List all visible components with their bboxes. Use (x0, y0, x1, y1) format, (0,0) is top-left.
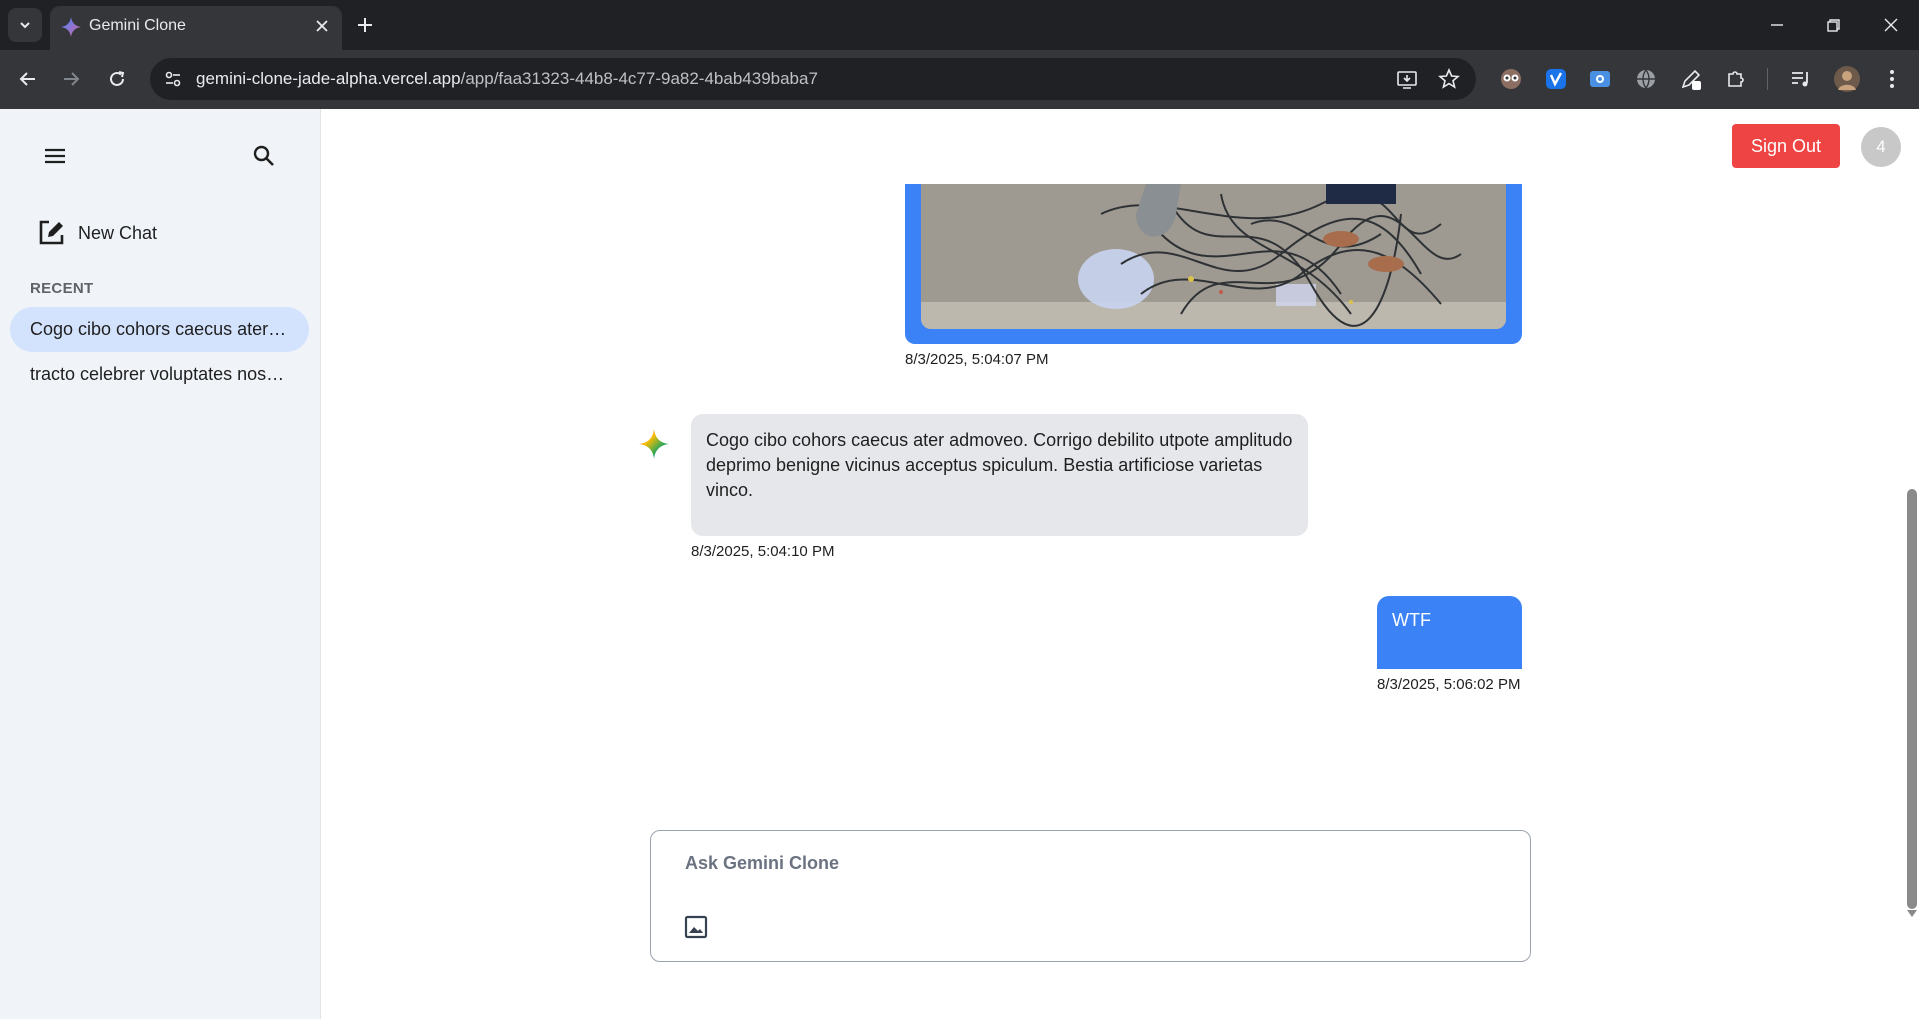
install-icon (1397, 71, 1417, 89)
profile-avatar-icon (1834, 66, 1860, 92)
sidebar-chat-item[interactable]: tracto celebrer voluptates nostrum (10, 352, 309, 397)
globe-icon (1637, 69, 1655, 89)
user-avatar[interactable]: 4 (1861, 127, 1901, 167)
extension-v-icon (1546, 69, 1566, 89)
extension-eyes-button[interactable] (1497, 65, 1525, 93)
bookmark-button[interactable] (1436, 66, 1462, 92)
extension-screen-button[interactable] (1586, 65, 1614, 93)
uploaded-photo[interactable] (921, 184, 1506, 329)
profile-button[interactable] (1833, 65, 1861, 93)
gemini-favicon-icon (61, 17, 81, 37)
sidebar: New Chat RECENT Cogo cibo cohors caecus … (0, 109, 321, 1019)
playlist-music-icon (1792, 72, 1808, 87)
message-timestamp: 8/3/2025, 5:04:10 PM (691, 543, 835, 560)
more-vert-icon (1890, 70, 1894, 88)
extensions-button[interactable] (1722, 65, 1750, 93)
url-path: /app/faa31323-44b8-4c77-9a82-4bab439baba… (460, 69, 818, 88)
url-text: gemini-clone-jade-alpha.vercel.app/app/f… (196, 69, 818, 89)
toolbar-divider (1767, 68, 1768, 90)
chat-main: Sign Out 4 8/3/2025, 5:04:07 PM Cogo cib… (322, 109, 1919, 1019)
install-app-button[interactable] (1394, 66, 1420, 92)
browser-tab[interactable]: Gemini Clone (50, 6, 342, 50)
new-tab-icon[interactable] (352, 12, 378, 38)
menu-icon[interactable] (40, 141, 70, 171)
message-timestamp: 8/3/2025, 5:04:07 PM (905, 351, 1049, 368)
arrow-right-icon (64, 72, 80, 86)
arrow-left-icon (19, 72, 35, 86)
user-image-message (905, 184, 1522, 344)
chrome-menu-button[interactable] (1878, 65, 1906, 93)
prompt-input[interactable] (685, 853, 1485, 874)
reload-icon (110, 71, 125, 86)
search-icon[interactable] (249, 141, 279, 171)
screen-capture-icon (1590, 71, 1610, 87)
model-message-bubble: Cogo cibo cohors caecus ater admoveo. Co… (691, 414, 1308, 536)
image-upload-icon[interactable] (681, 912, 711, 942)
tab-title: Gemini Clone (89, 17, 186, 34)
gemini-avatar-icon (639, 429, 669, 459)
forward-button[interactable] (56, 64, 86, 94)
puzzle-icon (1728, 71, 1744, 87)
message-timestamp: 8/3/2025, 5:06:02 PM (1377, 676, 1521, 693)
sidebar-chat-item[interactable]: Cogo cibo cohors caecus ater admoveo. (10, 307, 309, 352)
extension-v-button[interactable] (1542, 65, 1570, 93)
address-bar[interactable]: gemini-clone-jade-alpha.vercel.app/app/f… (150, 58, 1476, 100)
media-controls-button[interactable] (1787, 65, 1815, 93)
recent-heading: RECENT (30, 280, 94, 297)
extension-pen-button[interactable] (1677, 65, 1705, 93)
chevron-down-icon (20, 22, 30, 29)
back-button[interactable] (13, 64, 43, 94)
tune-icon (165, 71, 181, 87)
browser-tab-strip: Gemini Clone (0, 0, 1919, 50)
restore-window-icon[interactable] (1820, 12, 1846, 38)
user-message-bubble: WTF (1377, 596, 1522, 669)
scrollbar-thumb[interactable] (1907, 489, 1917, 909)
minimize-window-icon[interactable] (1764, 12, 1790, 38)
extension-eyes-icon (1501, 69, 1521, 89)
extension-globe-button[interactable] (1632, 65, 1660, 93)
scroll-down-arrow-icon[interactable] (1906, 907, 1918, 919)
reload-button[interactable] (102, 64, 132, 94)
site-info-button[interactable] (158, 64, 188, 94)
pen-icon (1681, 69, 1701, 90)
tab-search-button[interactable] (8, 8, 42, 42)
new-chat-button[interactable]: New Chat (36, 217, 157, 249)
new-chat-label: New Chat (78, 222, 158, 243)
sign-out-button[interactable]: Sign Out (1732, 124, 1840, 168)
close-window-icon[interactable] (1878, 12, 1904, 38)
prompt-composer (650, 830, 1531, 962)
url-domain: gemini-clone-jade-alpha.vercel.app (196, 69, 461, 88)
photo-cables-image (921, 184, 1506, 329)
edit-square-icon (39, 220, 64, 245)
star-icon (1438, 68, 1460, 89)
close-tab-icon[interactable] (312, 16, 332, 36)
